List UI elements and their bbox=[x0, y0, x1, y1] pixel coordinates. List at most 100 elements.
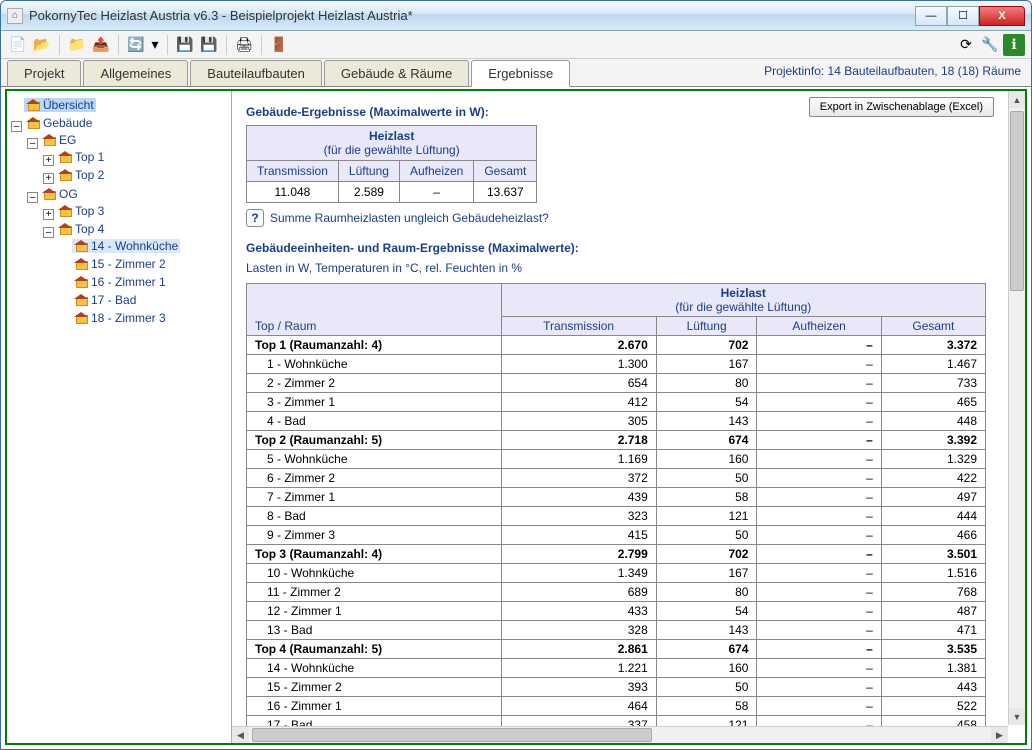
tree-top1[interactable]: Top 1 bbox=[56, 150, 106, 164]
close-button[interactable]: X bbox=[979, 6, 1025, 26]
import-icon[interactable]: 📤 bbox=[90, 34, 112, 56]
tree-room-16[interactable]: 16 - Zimmer 1 bbox=[72, 275, 168, 289]
row-transmission: 689 bbox=[501, 583, 656, 602]
row-name: 10 - Wohnküche bbox=[247, 564, 502, 583]
row-aufheizen: – bbox=[757, 526, 881, 545]
scroll-down-icon[interactable]: ▼ bbox=[1009, 708, 1025, 725]
table-row: 14 - Wohnküche1.221160–1.381 bbox=[247, 659, 986, 678]
row-lueftung: 50 bbox=[656, 678, 757, 697]
room-results-table: Top / Raum Heizlast(für die gewählte Lüf… bbox=[246, 283, 986, 726]
tree-og[interactable]: OG bbox=[40, 187, 80, 201]
house-icon bbox=[26, 117, 40, 129]
tab-gebaeude-raeume[interactable]: Gebäude & Räume bbox=[324, 60, 469, 86]
tab-allgemeines[interactable]: Allgemeines bbox=[83, 60, 188, 86]
tree-top2[interactable]: Top 2 bbox=[56, 168, 106, 182]
tree-eg[interactable]: EG bbox=[40, 133, 78, 147]
tab-bauteilaufbauten[interactable]: Bauteilaufbauten bbox=[190, 60, 322, 86]
export-excel-button[interactable]: Export in Zwischenablage (Excel) bbox=[809, 97, 994, 117]
tab-ergebnisse[interactable]: Ergebnisse bbox=[471, 60, 570, 87]
row-aufheizen: – bbox=[757, 355, 881, 374]
row-lueftung: 674 bbox=[656, 640, 757, 659]
table-row: 11 - Zimmer 268980–768 bbox=[247, 583, 986, 602]
table-row: Top 4 (Raumanzahl: 5)2.861674–3.535 bbox=[247, 640, 986, 659]
saveas-icon[interactable]: 💾 bbox=[198, 34, 220, 56]
expand-icon[interactable]: – bbox=[27, 138, 38, 149]
row-name: 14 - Wohnküche bbox=[247, 659, 502, 678]
tree-top3[interactable]: Top 3 bbox=[56, 204, 106, 218]
table-row: 4 - Bad305143–448 bbox=[247, 412, 986, 431]
tree-room-17[interactable]: 17 - Bad bbox=[72, 293, 138, 307]
row-lueftung: 80 bbox=[656, 583, 757, 602]
row-gesamt: 1.329 bbox=[881, 450, 985, 469]
row-aufheizen: – bbox=[757, 374, 881, 393]
expand-icon[interactable]: – bbox=[27, 192, 38, 203]
print-icon[interactable]: 🖨 bbox=[233, 34, 255, 56]
tree-overview[interactable]: Übersicht bbox=[24, 98, 96, 112]
scroll-up-icon[interactable]: ▲ bbox=[1009, 91, 1025, 108]
house-icon bbox=[74, 294, 88, 306]
house-icon bbox=[74, 312, 88, 324]
row-transmission: 654 bbox=[501, 374, 656, 393]
row-lueftung: 160 bbox=[656, 659, 757, 678]
maximize-button[interactable]: ☐ bbox=[947, 6, 979, 26]
new-icon[interactable]: 📄 bbox=[7, 34, 29, 56]
horizontal-scrollbar[interactable]: ◀ ▶ bbox=[232, 726, 1008, 743]
units-note: Lasten in W, Temperaturen in °C, rel. Fe… bbox=[246, 261, 994, 275]
heizlast-label: Heizlast bbox=[369, 129, 414, 143]
row-name: Top 4 (Raumanzahl: 5) bbox=[247, 640, 502, 659]
row-name: 6 - Zimmer 2 bbox=[247, 469, 502, 488]
dropdown-icon[interactable]: ▾ bbox=[149, 34, 161, 56]
reload-icon[interactable]: ⟳ bbox=[955, 34, 977, 56]
row-name: 5 - Wohnküche bbox=[247, 450, 502, 469]
row-aufheizen: – bbox=[757, 678, 881, 697]
tree-room-18[interactable]: 18 - Zimmer 3 bbox=[72, 311, 168, 325]
expand-icon[interactable]: – bbox=[11, 121, 22, 132]
results-panel: Export in Zwischenablage (Excel) Gebäude… bbox=[232, 91, 1008, 726]
expand-icon[interactable]: + bbox=[43, 209, 54, 220]
table-row: 15 - Zimmer 239350–443 bbox=[247, 678, 986, 697]
row-aufheizen: – bbox=[757, 507, 881, 526]
row-aufheizen: – bbox=[757, 716, 881, 727]
save-icon[interactable]: 💾 bbox=[174, 34, 196, 56]
settings-icon[interactable]: 🔧 bbox=[979, 34, 1001, 56]
tree-room-14[interactable]: 14 - Wohnküche bbox=[72, 239, 180, 253]
open-icon[interactable]: 📂 bbox=[31, 34, 53, 56]
exit-icon[interactable]: 🚪 bbox=[268, 34, 290, 56]
tree-room-15[interactable]: 15 - Zimmer 2 bbox=[72, 257, 168, 271]
scroll-right-icon[interactable]: ▶ bbox=[991, 727, 1008, 743]
row-name: 3 - Zimmer 1 bbox=[247, 393, 502, 412]
row-transmission: 415 bbox=[501, 526, 656, 545]
row-gesamt: 466 bbox=[881, 526, 985, 545]
expand-icon[interactable]: + bbox=[43, 155, 54, 166]
tree-top4[interactable]: Top 4 bbox=[56, 222, 106, 236]
refresh-icon[interactable]: 🔄 bbox=[125, 34, 147, 56]
scroll-left-icon[interactable]: ◀ bbox=[232, 727, 249, 743]
row-aufheizen: – bbox=[757, 431, 881, 450]
help-link[interactable]: Summe Raumheizlasten ungleich Gebäudehei… bbox=[270, 211, 549, 225]
row-name: Top 3 (Raumanzahl: 4) bbox=[247, 545, 502, 564]
help-icon[interactable]: ? bbox=[246, 209, 264, 227]
house-icon bbox=[74, 276, 88, 288]
row-gesamt: 3.392 bbox=[881, 431, 985, 450]
expand-icon[interactable]: + bbox=[43, 173, 54, 184]
scroll-thumb[interactable] bbox=[1010, 111, 1024, 291]
tree-building[interactable]: Gebäude bbox=[24, 116, 94, 130]
col-lueftung: Lüftung bbox=[338, 161, 399, 182]
row-gesamt: 497 bbox=[881, 488, 985, 507]
info-icon[interactable]: ℹ bbox=[1003, 34, 1025, 56]
house-icon bbox=[42, 134, 56, 146]
row-transmission: 2.799 bbox=[501, 545, 656, 564]
scroll-thumb[interactable] bbox=[252, 728, 652, 742]
vertical-scrollbar[interactable]: ▲ ▼ bbox=[1008, 91, 1025, 725]
house-icon bbox=[42, 188, 56, 200]
row-name: 1 - Wohnküche bbox=[247, 355, 502, 374]
row-name: Top 2 (Raumanzahl: 5) bbox=[247, 431, 502, 450]
tab-projekt[interactable]: Projekt bbox=[7, 60, 81, 86]
row-lueftung: 674 bbox=[656, 431, 757, 450]
row-name: 12 - Zimmer 1 bbox=[247, 602, 502, 621]
folder-icon[interactable]: 📁 bbox=[66, 34, 88, 56]
minimize-button[interactable]: — bbox=[915, 6, 947, 26]
expand-icon[interactable]: – bbox=[43, 227, 54, 238]
row-transmission: 433 bbox=[501, 602, 656, 621]
row-aufheizen: – bbox=[757, 412, 881, 431]
